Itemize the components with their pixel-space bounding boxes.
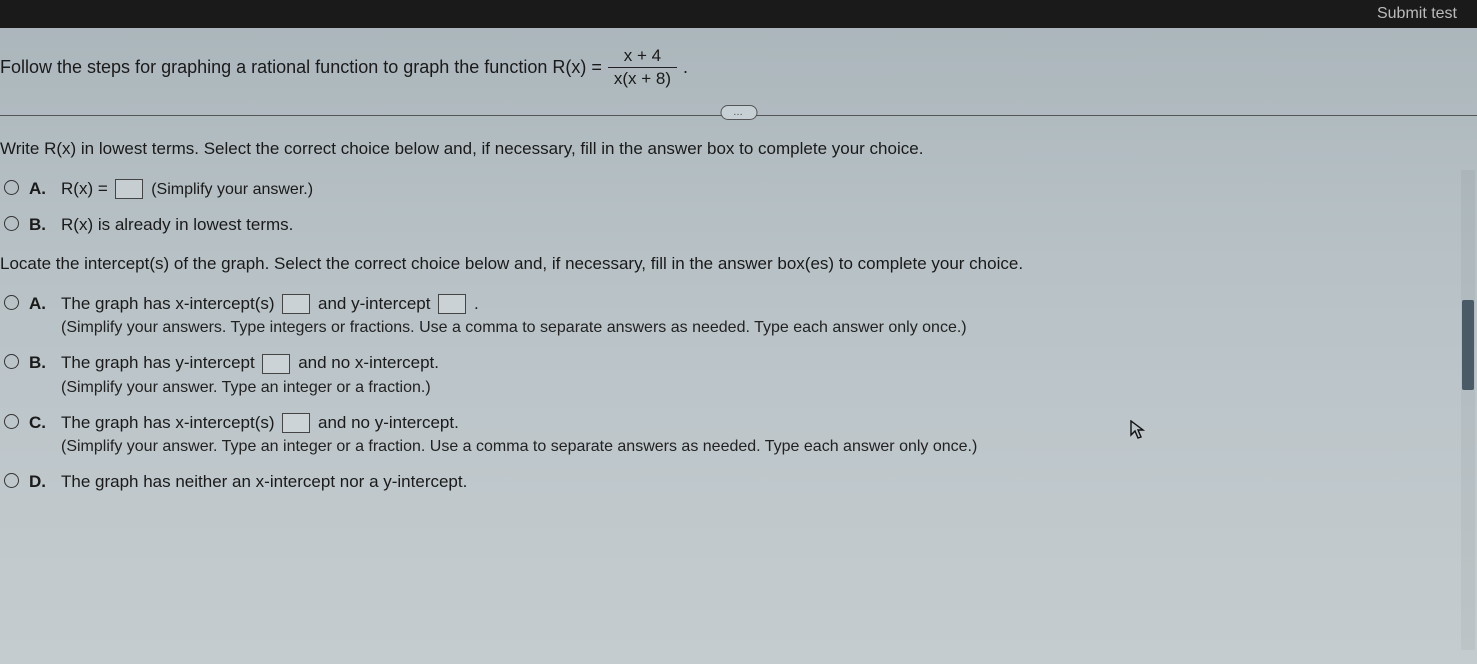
q2-choice-c: C. The graph has x-intercept(s) and no y… (4, 410, 1469, 460)
q2a-hint: (Simplify your answers. Type integers or… (61, 316, 1469, 340)
q1-prompt: Write R(x) in lowest terms. Select the c… (0, 136, 1469, 162)
scrollbar-track[interactable] (1461, 170, 1475, 650)
question-content: Follow the steps for graphing a rational… (0, 28, 1477, 495)
q2b-yintercept-box[interactable] (262, 354, 290, 374)
q2c-t2: and no y-intercept. (318, 413, 459, 432)
q2-choice-b: B. The graph has y-intercept and no x-in… (4, 350, 1469, 400)
scrollbar-thumb[interactable] (1462, 300, 1474, 390)
expand-pill[interactable]: … (720, 105, 757, 120)
q2b-t2: and no x-intercept. (298, 353, 439, 372)
q2c-t1: The graph has x-intercept(s) (61, 413, 275, 432)
radio-q1-b[interactable] (4, 216, 19, 231)
q1a-hint: (Simplify your answer.) (151, 181, 313, 198)
denominator: x(x + 8) (608, 67, 677, 89)
submit-test-button[interactable]: Submit test (1377, 5, 1457, 23)
q2a-t2: and y-intercept (318, 294, 430, 313)
q1a-answer-box[interactable] (115, 179, 143, 199)
radio-q2-b[interactable] (4, 354, 19, 369)
radio-q2-c[interactable] (4, 414, 19, 429)
rational-expression: x + 4 x(x + 8) (608, 46, 677, 89)
q2a-t3: . (474, 294, 479, 313)
q1b-text: R(x) is already in lowest terms. (61, 215, 293, 234)
q2a-xintercept-box[interactable] (282, 294, 310, 314)
divider-row: … (0, 115, 1477, 116)
q1a-pre: R(x) = (61, 179, 108, 198)
q2-choice-d: D. The graph has neither an x-intercept … (4, 469, 1469, 495)
q1-choice-b: B. R(x) is already in lowest terms. (4, 212, 1469, 238)
prompt-lead: Follow the steps for graphing a rational… (0, 57, 602, 78)
radio-q2-d[interactable] (4, 473, 19, 488)
q2d-text: The graph has neither an x-intercept nor… (61, 472, 467, 491)
q2b-hint: (Simplify your answer. Type an integer o… (61, 376, 1469, 400)
q2-prompt: Locate the intercept(s) of the graph. Se… (0, 251, 1469, 277)
top-bar: Submit test (0, 0, 1477, 28)
main-prompt: Follow the steps for graphing a rational… (0, 46, 1477, 107)
label-c: C. (29, 410, 51, 436)
label-b: B. (29, 212, 51, 238)
q2-choice-a: A. The graph has x-intercept(s) and y-in… (4, 291, 1469, 341)
q2a-t1: The graph has x-intercept(s) (61, 294, 275, 313)
prompt-trail: . (683, 57, 688, 78)
label-b: B. (29, 350, 51, 376)
q2c-hint: (Simplify your answer. Type an integer o… (61, 435, 1469, 459)
q2a-yintercept-box[interactable] (438, 294, 466, 314)
q1-choice-a: A. R(x) = (Simplify your answer.) (4, 176, 1469, 202)
label-a: A. (29, 176, 51, 202)
numerator: x + 4 (618, 46, 667, 67)
radio-q1-a[interactable] (4, 180, 19, 195)
q2b-t1: The graph has y-intercept (61, 353, 255, 372)
label-d: D. (29, 469, 51, 495)
label-a: A. (29, 291, 51, 317)
radio-q2-a[interactable] (4, 295, 19, 310)
q2c-xintercept-box[interactable] (282, 413, 310, 433)
